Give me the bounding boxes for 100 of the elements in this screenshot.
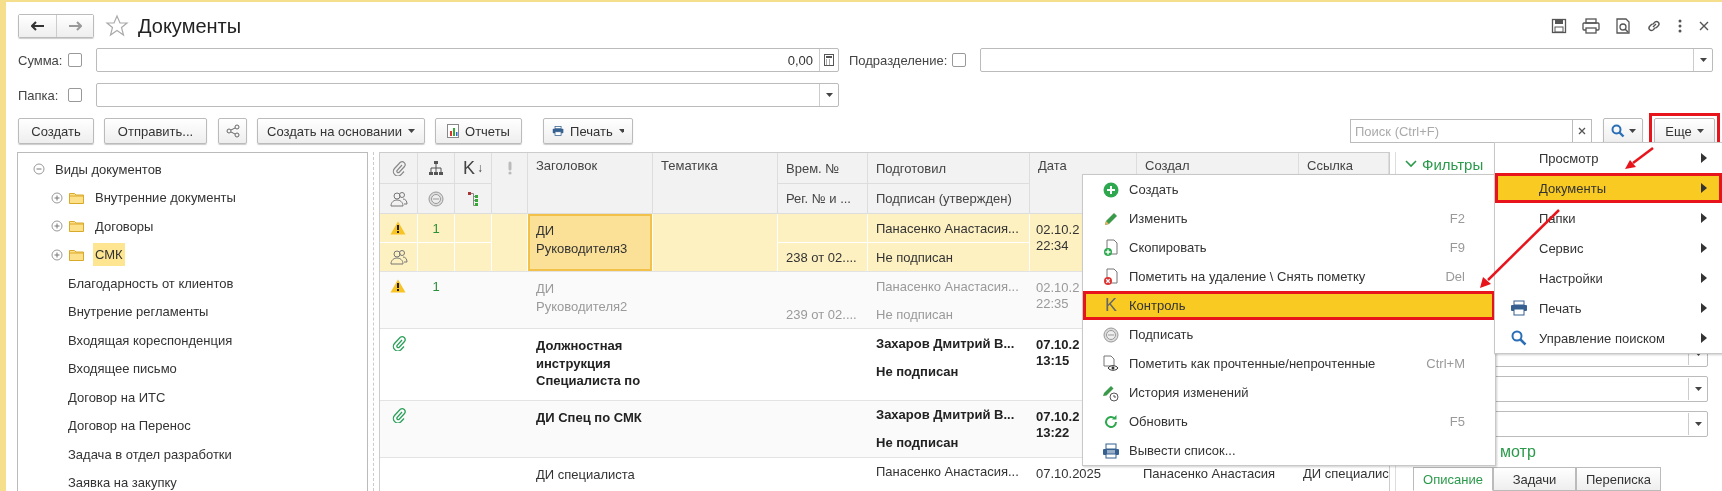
menu-item[interactable]: Печать — [1495, 293, 1722, 323]
tree-item[interactable]: Внутрение регламенты — [66, 300, 211, 324]
menu-item-label: Управление поиском — [1539, 330, 1665, 346]
star-icon[interactable] — [105, 14, 129, 38]
print-button[interactable]: Печать — [543, 118, 633, 144]
column-header[interactable]: Ссылка — [1307, 158, 1354, 173]
tree-item[interactable]: Благодарность от клиентов — [66, 271, 236, 295]
tree-item[interactable]: Договор на Перенос — [66, 414, 193, 438]
refresh-icon — [1103, 413, 1119, 430]
menu-item-label: Контроль — [1129, 298, 1186, 313]
table-cell: 22:34 — [1036, 238, 1069, 254]
save-icon[interactable] — [1551, 18, 1567, 34]
folder-field[interactable] — [96, 83, 839, 107]
tree-item[interactable]: Договоры — [93, 214, 156, 238]
sort-indicator: ↓ — [477, 161, 483, 175]
expand-icon[interactable] — [51, 248, 63, 261]
tree-item[interactable]: Внутренние документы — [93, 186, 238, 210]
tree-item[interactable]: СМК — [93, 243, 125, 267]
create-button[interactable]: Создать — [18, 118, 94, 144]
tab[interactable]: Задачи — [1493, 467, 1576, 491]
create-based-on-button[interactable]: Создать на основании — [257, 118, 425, 144]
amount-field[interactable]: 0,00 — [96, 48, 839, 72]
tree-item[interactable]: Заявка на закупку — [66, 471, 179, 491]
caret-icon — [407, 129, 415, 133]
tree-item[interactable]: Входящая кореспонденция — [66, 328, 235, 352]
delete-icon — [1103, 267, 1119, 286]
caret-icon — [1696, 129, 1704, 133]
chart-icon — [447, 124, 460, 138]
seal-icon[interactable] — [428, 190, 444, 207]
more-button[interactable]: Еще — [1654, 118, 1715, 144]
column-header[interactable]: Врем. № — [786, 160, 840, 176]
column-header[interactable]: Подготовил — [876, 160, 947, 176]
column-header[interactable]: Дата — [1038, 158, 1067, 173]
checkbox[interactable] — [68, 88, 82, 102]
tree-item[interactable]: Договор на ИТС — [66, 385, 168, 409]
table-cell: 13:22 — [1036, 424, 1070, 441]
checkbox[interactable] — [68, 53, 82, 67]
search-icon — [1610, 124, 1625, 138]
link-icon[interactable] — [1646, 18, 1662, 34]
column-header[interactable]: Рег. № и ... — [786, 191, 851, 206]
tree-item[interactable]: Виды документов — [53, 157, 164, 181]
tab[interactable]: Описание — [1413, 467, 1493, 491]
column-header[interactable]: Тематика — [661, 158, 718, 173]
close-icon[interactable] — [1698, 20, 1710, 32]
menu-item[interactable]: Сервис — [1495, 233, 1722, 263]
table-cell: Захаров Дмитрий В... — [876, 407, 1015, 422]
control-letter-icon: K — [1105, 295, 1117, 316]
preview-icon[interactable] — [1615, 18, 1631, 34]
hierarchy-icon[interactable] — [428, 160, 444, 176]
submenu-arrow-icon — [1701, 243, 1707, 253]
submenu-arrow-icon — [1701, 183, 1707, 193]
share-icon — [225, 124, 240, 138]
menu-item-label: Печать — [1539, 300, 1582, 316]
filters-toggle[interactable]: Фильтры — [1396, 154, 1484, 175]
tree-item[interactable]: Входящее письмо — [66, 357, 179, 381]
menu-item[interactable]: Просмотр — [1495, 143, 1722, 173]
send-button[interactable]: Отправить... — [104, 118, 207, 144]
menu-item-label: Создать — [1129, 182, 1179, 197]
section-heading: мотр — [1500, 442, 1536, 462]
shortcut-label: F9 — [1449, 240, 1465, 255]
chevron-icon — [1405, 160, 1417, 169]
menu-item[interactable]: K Контроль — [1083, 291, 1495, 320]
expand-icon[interactable] — [51, 191, 63, 204]
menu-item[interactable]: Настройки — [1495, 263, 1722, 293]
table-cell: 13:15 — [1036, 353, 1070, 369]
menu-item-label: История изменений — [1129, 385, 1249, 400]
department-field[interactable] — [980, 48, 1713, 72]
share-button[interactable] — [218, 118, 247, 144]
reports-button[interactable]: Отчеты — [435, 118, 522, 144]
back-button[interactable] — [19, 15, 56, 37]
menu-item[interactable]: Управление поиском — [1495, 323, 1722, 353]
tree-icon[interactable] — [467, 190, 479, 207]
column-header[interactable]: Заголовок — [536, 158, 598, 173]
shortcut-label: F2 — [1449, 211, 1465, 226]
table-cell: Захаров Дмитрий В... — [876, 335, 1015, 351]
table-cell: Панасенко Анастасия... — [876, 278, 1019, 294]
table-cell: 02.10.2 — [1036, 280, 1080, 296]
column-header[interactable]: K — [463, 157, 475, 179]
annotation-arrow — [1625, 147, 1654, 169]
people-icon[interactable] — [389, 190, 408, 207]
collapse-icon[interactable] — [33, 163, 45, 176]
search-field[interactable]: Поиск (Ctrl+F) — [1350, 119, 1572, 143]
column-header[interactable]: Подписан (утвержден) — [876, 191, 1012, 206]
table-cell: ДИ специалис — [1303, 465, 1389, 482]
tree-item[interactable]: Задача в отдел разработки — [66, 442, 234, 466]
checkbox[interactable] — [952, 53, 967, 67]
submenu-arrow-icon — [1701, 303, 1707, 313]
back-arrow-icon — [30, 21, 45, 31]
paperclip-icon[interactable] — [391, 160, 406, 176]
table-cell: Панасенко Анастасия... — [876, 464, 1019, 479]
tab[interactable]: Переписка — [1576, 467, 1661, 491]
table-cell: ДИ Руководителя3 — [528, 214, 652, 271]
more-icon[interactable] — [1677, 18, 1683, 34]
expand-icon[interactable] — [51, 220, 63, 233]
print-icon[interactable] — [1582, 18, 1600, 34]
column-header[interactable]: Создал — [1145, 158, 1190, 173]
search-button[interactable] — [1603, 118, 1643, 144]
menu-item[interactable]: Документы — [1495, 173, 1722, 203]
menu-item[interactable]: Создать — [1083, 175, 1495, 204]
field-label: Подразделение: — [849, 52, 948, 68]
